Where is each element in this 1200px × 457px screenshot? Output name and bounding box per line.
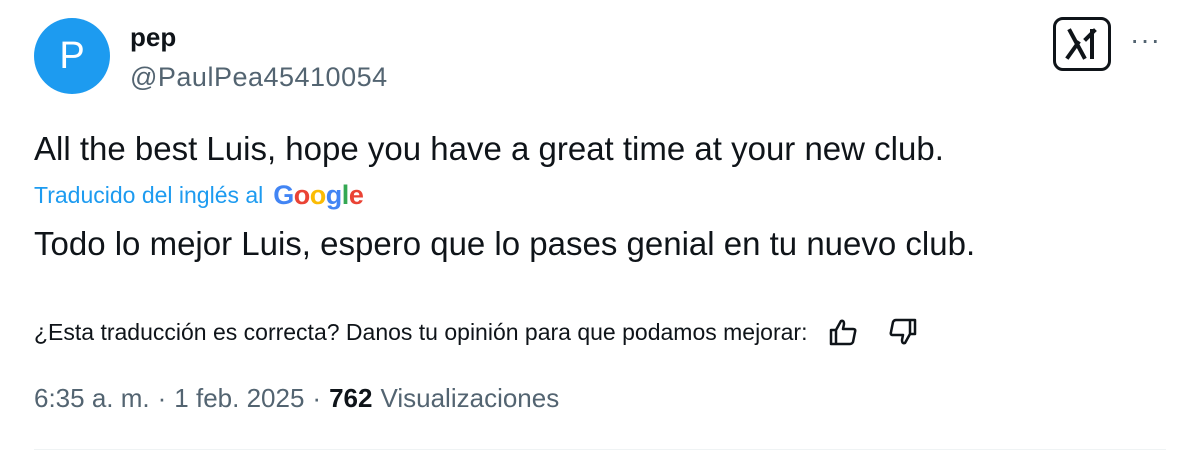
author-name[interactable]: pep [130, 22, 176, 53]
tweet-date[interactable]: 1 feb. 2025 [174, 383, 304, 414]
translation-attribution[interactable]: Traducido del inglés al Google [34, 180, 364, 211]
views-count: 762 [329, 383, 373, 413]
translated-by-label: Traducido del inglés al [34, 182, 264, 208]
more-options-button[interactable]: ··· [1130, 26, 1161, 54]
avatar-letter: P [59, 34, 85, 77]
thumbs-up-icon [830, 319, 857, 346]
grok-icon [1065, 28, 1097, 60]
google-logo: Google [273, 180, 364, 210]
views-label: Visualizaciones [380, 383, 560, 413]
thumbs-up-button[interactable] [823, 314, 863, 350]
divider [34, 449, 1166, 450]
avatar[interactable]: P [34, 18, 110, 94]
tweet-translated-text: Todo lo mejor Luis, espero que lo pases … [34, 225, 976, 262]
tweet-original-text: All the best Luis, hope you have a great… [34, 130, 944, 167]
grok-button[interactable] [1053, 17, 1111, 71]
feedback-prompt: ¿Esta traducción es correcta? Danos tu o… [34, 318, 808, 345]
translation-feedback: ¿Esta traducción es correcta? Danos tu o… [34, 314, 923, 350]
author-handle[interactable]: @PaulPea45410054 [130, 62, 388, 93]
thumbs-down-button[interactable] [883, 314, 923, 350]
tweet-time[interactable]: 6:35 a. m. [34, 383, 150, 414]
separator-dot: · [157, 383, 167, 413]
more-options-icon: ··· [1130, 24, 1161, 55]
thumbs-down-icon [889, 318, 917, 345]
separator-dot: · [312, 383, 322, 413]
tweet-metadata: 6:35 a. m. · 1 feb. 2025 · 762 Visualiza… [34, 383, 559, 414]
